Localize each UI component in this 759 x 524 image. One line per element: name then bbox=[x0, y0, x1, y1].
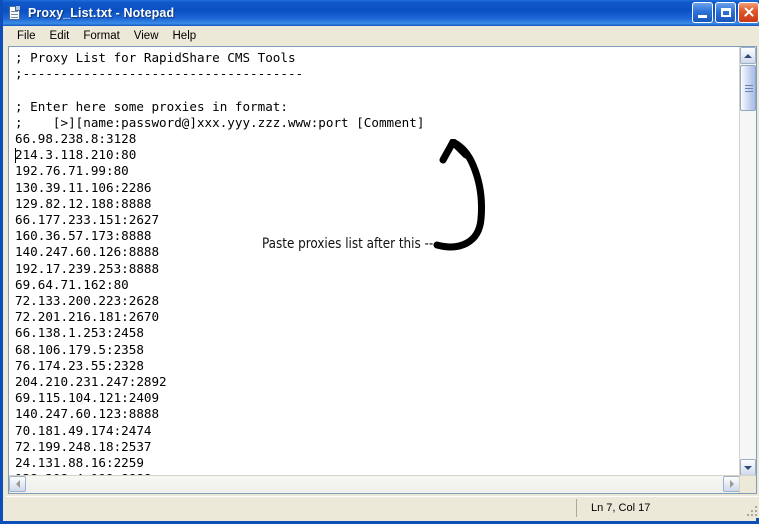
scroll-right-button[interactable] bbox=[723, 476, 740, 492]
window-controls bbox=[692, 2, 759, 23]
client-area: ; Proxy List for RapidShare CMS Tools ;-… bbox=[6, 46, 759, 496]
menu-item-view[interactable]: View bbox=[127, 28, 166, 44]
horizontal-scroll-track[interactable] bbox=[26, 476, 723, 492]
caret-position-text: Ln 7, Col 17 bbox=[591, 502, 651, 514]
scrollbar-corner bbox=[739, 475, 756, 493]
menu-item-format[interactable]: Format bbox=[76, 28, 126, 44]
maximize-button[interactable] bbox=[715, 2, 736, 23]
scroll-left-button[interactable] bbox=[9, 476, 26, 492]
vertical-scrollbar[interactable] bbox=[739, 47, 756, 476]
scroll-down-button[interactable] bbox=[740, 459, 756, 476]
scroll-up-button[interactable] bbox=[740, 47, 756, 64]
minimize-button[interactable] bbox=[692, 2, 713, 23]
vertical-scroll-thumb[interactable] bbox=[740, 65, 756, 111]
document-text: ; Proxy List for RapidShare CMS Tools ;-… bbox=[15, 50, 425, 476]
horizontal-scrollbar[interactable] bbox=[9, 475, 740, 493]
window-title: Proxy_List.txt - Notepad bbox=[28, 6, 175, 20]
vertical-scroll-track[interactable] bbox=[740, 64, 756, 459]
text-editor-frame: ; Proxy List for RapidShare CMS Tools ;-… bbox=[8, 46, 757, 494]
menu-bar: File Edit Format View Help bbox=[6, 26, 759, 46]
status-bar: Ln 7, Col 17 bbox=[6, 496, 759, 518]
menu-item-edit[interactable]: Edit bbox=[43, 28, 77, 44]
title-bar[interactable]: Proxy_List.txt - Notepad bbox=[3, 0, 759, 26]
chevron-down-icon bbox=[744, 465, 752, 470]
scroll-grip-icon bbox=[745, 85, 753, 94]
annotation-arrow-icon bbox=[433, 139, 485, 251]
menu-item-file[interactable]: File bbox=[10, 28, 43, 44]
chevron-up-icon bbox=[744, 53, 752, 58]
notepad-window: Proxy_List.txt - Notepad File Edit Forma… bbox=[0, 0, 759, 524]
status-position-pane: Ln 7, Col 17 bbox=[576, 499, 736, 517]
notepad-document-icon bbox=[7, 5, 23, 21]
text-caret bbox=[15, 148, 16, 163]
text-editor[interactable]: ; Proxy List for RapidShare CMS Tools ;-… bbox=[9, 47, 740, 476]
chevron-right-icon bbox=[729, 480, 734, 488]
close-button[interactable] bbox=[738, 2, 759, 23]
resize-gripper-icon[interactable] bbox=[745, 504, 757, 516]
menu-item-help[interactable]: Help bbox=[166, 28, 204, 44]
chevron-left-icon bbox=[15, 480, 20, 488]
